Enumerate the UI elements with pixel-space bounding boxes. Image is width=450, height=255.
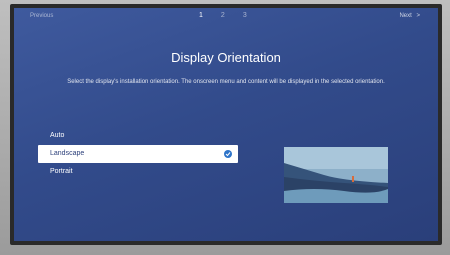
- orientation-options: Auto Landscape Portrait: [38, 127, 238, 181]
- tv-frame: Previous 1 2 3 Next > Display Orientatio…: [0, 0, 450, 255]
- step-3: 3: [242, 12, 247, 19]
- screen: Previous 1 2 3 Next > Display Orientatio…: [14, 8, 438, 241]
- step-2: 2: [220, 12, 225, 19]
- option-portrait[interactable]: Portrait: [38, 163, 238, 181]
- next-button[interactable]: Next >: [399, 13, 420, 19]
- option-label: Auto: [50, 132, 65, 139]
- page-description: Select the display's installation orient…: [67, 79, 385, 85]
- page-title: Display Orientation: [171, 50, 281, 65]
- top-bar: Previous 1 2 3 Next >: [14, 8, 438, 28]
- option-landscape[interactable]: Landscape: [38, 145, 238, 163]
- next-label: Next: [399, 13, 412, 19]
- step-1: 1: [199, 12, 203, 19]
- option-label: Portrait: [50, 168, 73, 175]
- chevron-right-icon: >: [416, 13, 420, 19]
- option-auto[interactable]: Auto: [38, 127, 238, 145]
- landscape-preview-image: [284, 147, 388, 203]
- step-indicator: 1 2 3: [199, 12, 247, 19]
- previous-button[interactable]: Previous: [30, 13, 53, 19]
- option-label: Landscape: [50, 150, 85, 157]
- check-icon: [224, 150, 232, 158]
